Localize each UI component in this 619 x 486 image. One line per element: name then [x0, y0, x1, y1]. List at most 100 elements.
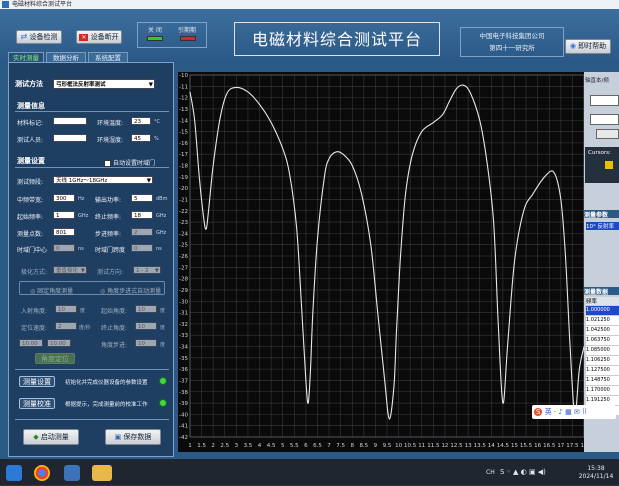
data-title: 测量数据 [584, 287, 619, 296]
status2-text: 根据提示，完成测量前的校准工作 [65, 402, 148, 408]
folder-icon[interactable] [92, 465, 112, 481]
start-freq-input[interactable]: 1 [53, 211, 75, 219]
reflectivity-chart[interactable]: 1 1.5 2 2.5 3 3.5 4 4.5 5 5.5 6 6.5 7 7.5 8 8.5 9 9.5 10 10… [178, 72, 588, 452]
temp-label: 环境温度: [97, 120, 124, 127]
temp-input[interactable]: 23 [131, 117, 151, 125]
checkbox-icon [104, 160, 111, 167]
points-label: 测量点数: [17, 231, 44, 238]
freq-row[interactable]: 1.000000 [586, 306, 619, 316]
y-tick-label: -19 [179, 175, 188, 181]
x-tick-label: 11 [418, 443, 425, 449]
freq-row[interactable]: 1.042500 [586, 326, 619, 336]
save-data-button[interactable]: ▣ 保存数据 [105, 429, 161, 445]
fixed-angle-radio[interactable]: ◎ 固定角度测量 [30, 286, 73, 295]
right-input-2[interactable] [590, 114, 619, 125]
ifbw-unit: Hz [78, 196, 85, 202]
y-tick-label: -15 [179, 130, 188, 136]
lamp-right-label: 引期期 [178, 27, 197, 34]
ifbw-input[interactable]: 300 [53, 194, 75, 202]
angle-a2-input[interactable]: 10.00 [47, 339, 71, 347]
points-input[interactable]: 801 [53, 228, 75, 236]
x-tick-label: 3 [235, 443, 239, 449]
ime-tools-icon: · ♪ ▦ ✉ ⠿ [553, 408, 588, 416]
y-tick-label: -12 [179, 96, 188, 102]
chevron-down-icon: ▼ [154, 268, 159, 274]
y-tick-label: -27 [179, 265, 188, 271]
play-icon: ◆ [33, 433, 39, 441]
stop-freq-unit: GHz [156, 213, 167, 219]
chrome-icon[interactable] [34, 465, 50, 481]
angle-locate-button[interactable]: 角度定位 [35, 353, 75, 364]
param-row[interactable]: 10° 反射率 [586, 222, 619, 230]
y-tick-label: -11 [179, 84, 188, 90]
status1-text: 初始化并完成仪器设备的参数设置 [65, 380, 148, 386]
incident-input[interactable]: 10 [55, 305, 77, 313]
band-select[interactable]: 天线 1GHz～18GHz ▼ [53, 176, 153, 184]
step-freq-input[interactable]: 2 [131, 228, 153, 236]
clock[interactable]: 15:38 2024/11/14 [578, 465, 614, 481]
freq-row[interactable]: 1.127500 [586, 366, 619, 376]
freq-row[interactable]: 1.170000 [586, 386, 619, 396]
clock-time: 15:38 [587, 465, 605, 472]
start-measure-button[interactable]: ◆ 启动测量 [23, 429, 79, 445]
person-input[interactable] [53, 134, 87, 142]
freq-row[interactable]: 1.085000 [586, 346, 619, 356]
pos-speed-input[interactable]: 2 [55, 322, 77, 330]
angle-a1-input[interactable]: 10.00 [19, 339, 43, 347]
right-input-1[interactable] [590, 95, 619, 106]
app-icon[interactable] [64, 465, 80, 481]
taskbar: CH S ◦ ▲ ◐ ▣ ◀) 15:38 2024/11/14 [0, 459, 619, 486]
tray-icons[interactable]: S ◦ ▲ ◐ ▣ ◀) [500, 468, 546, 476]
measure-calibrate-button[interactable]: 测量校准 [19, 398, 55, 409]
start-angle-input[interactable]: 10 [135, 305, 157, 313]
gate-center-input[interactable]: 0 [53, 244, 75, 252]
angle-step-input[interactable]: 10 [135, 339, 157, 347]
disconnect-device-button[interactable]: ✕ 设备断开 [76, 30, 122, 44]
save-icon: ▣ [114, 433, 122, 441]
dir-select[interactable]: 1 - 2 ▼ [133, 266, 161, 274]
stop-angle-label: 终止角度: [101, 325, 128, 332]
stop-freq-input[interactable]: 18 [131, 211, 153, 219]
x-tick-label: 11.5 [427, 443, 440, 449]
right-button[interactable] [596, 129, 619, 139]
y-tick-label: -20 [179, 186, 188, 192]
start-measure-label: 启动测量 [40, 433, 69, 441]
x-tick-label: 13.5 [474, 443, 487, 449]
material-input[interactable] [53, 117, 87, 125]
lamp-red-indicator [180, 36, 196, 41]
freq-row[interactable]: 1.106250 [586, 356, 619, 366]
freq-row[interactable]: 1.063750 [586, 336, 619, 346]
taskbar-lang[interactable]: CH [486, 469, 495, 476]
gate-span-input[interactable]: 0 [131, 244, 153, 252]
freq-row[interactable]: 1.148750 [586, 376, 619, 386]
ime-language: 英 [544, 408, 552, 416]
auto-gate-checkbox[interactable]: 自动设置时域门 [104, 158, 155, 167]
auto-angle-radio[interactable]: ◎ 角度步进式自动测量 [100, 286, 161, 295]
humidity-label: 环境湿度: [97, 137, 124, 144]
y-tick-label: -42 [179, 435, 188, 441]
start-menu-icon[interactable] [6, 465, 22, 481]
freq-list: 1.000000 1.021250 1.042500 1.063750 1.085000… [586, 306, 619, 416]
fixed-angle-label: 固定角度测量 [37, 288, 74, 295]
stop-angle-input[interactable]: 10 [135, 322, 157, 330]
help-button[interactable]: ◉ 即时帮助 [565, 39, 611, 54]
pol-select[interactable]: 垂直极化 ▼ [53, 266, 87, 274]
pol-value: 垂直极化 [56, 268, 79, 274]
gate-center-unit: ns [78, 246, 84, 252]
y-tick-label: -30 [179, 299, 188, 305]
ime-toolbar[interactable]: S 英 · ♪ ▦ ✉ ⠿ [532, 405, 616, 419]
connect-device-button[interactable]: ⇄ 设备检测 [16, 30, 62, 44]
y-tick-label: -26 [179, 254, 188, 260]
device-icon: ⇄ [20, 32, 28, 41]
power-input[interactable]: 5 [131, 194, 153, 202]
method-value: 弓形框法反射率测试 [56, 82, 106, 88]
x-tick-label: 2.5 [220, 443, 229, 449]
measure-setup-button[interactable]: 测量设置 [19, 376, 55, 387]
freq-row[interactable]: 1.021250 [586, 316, 619, 326]
incident-label: 入射角度: [21, 308, 48, 315]
humidity-input[interactable]: 45 [131, 134, 151, 142]
x-tick-label: 16 [534, 443, 541, 449]
method-select[interactable]: 弓形框法反射率测试 ▼ [53, 79, 155, 89]
divider [15, 167, 169, 168]
y-tick-label: -29 [179, 288, 188, 294]
